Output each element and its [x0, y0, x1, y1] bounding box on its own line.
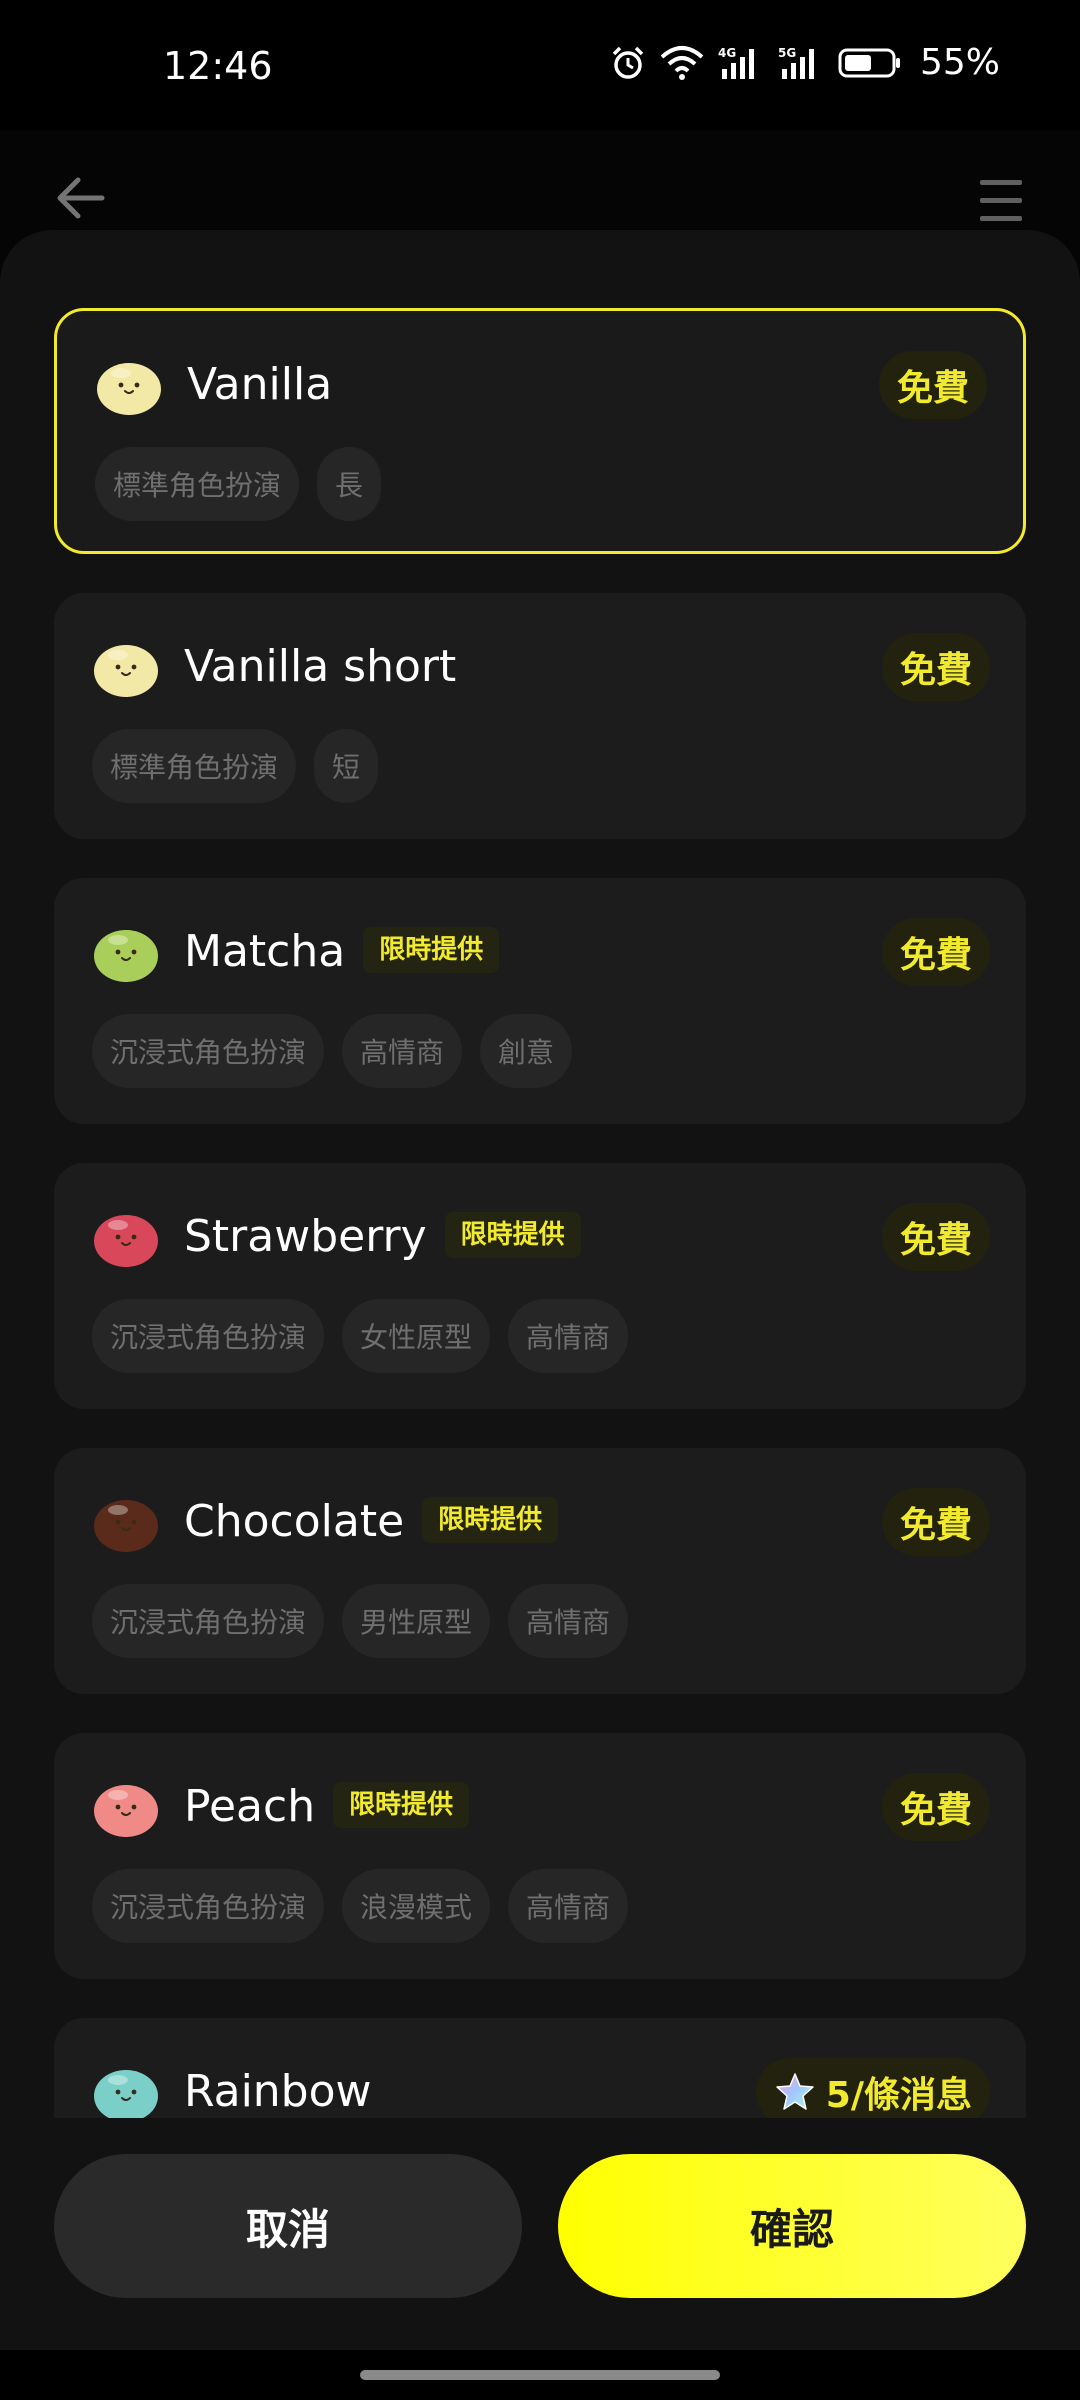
- mochi-avatar-icon: [94, 1500, 158, 1552]
- star-icon: [776, 2073, 814, 2110]
- feature-tag: 浪漫模式: [342, 1869, 491, 1943]
- mochi-avatar-icon: [94, 1215, 158, 1267]
- mochi-avatar-icon: [94, 645, 158, 697]
- model-name-row: Vanilla short: [184, 639, 456, 695]
- feature-tag: 創意: [480, 1014, 573, 1088]
- tag-list: 沉浸式角色扮演 高情商 創意: [92, 1014, 573, 1088]
- price-badge: 免費: [878, 351, 987, 419]
- price-badge: 免費: [881, 633, 990, 701]
- limited-offer-badge: 限時提供: [444, 1212, 581, 1258]
- mochi-avatar-icon: [94, 2070, 158, 2118]
- svg-text:5G: 5G: [778, 46, 796, 60]
- model-card-rainbow[interactable]: Rainbow 5/條消息: [54, 2018, 1026, 2118]
- limited-offer-badge: 限時提供: [363, 927, 500, 973]
- price-badge: 免費: [881, 1488, 990, 1556]
- model-name-row: Peach 限時提供: [184, 1779, 470, 1835]
- price-badge: 免費: [881, 1773, 990, 1841]
- feature-tag: 標準角色扮演: [92, 729, 297, 803]
- price-badge: 免費: [881, 918, 990, 986]
- feature-tag: 男性原型: [342, 1584, 491, 1658]
- price-label: 免費: [896, 368, 969, 409]
- model-name: Vanilla short: [184, 641, 457, 692]
- battery-icon: [838, 48, 900, 77]
- model-name: Strawberry: [184, 1211, 427, 1262]
- mochi-avatar-icon: [97, 363, 161, 415]
- back-arrow-icon[interactable]: [52, 170, 108, 226]
- alarm-icon: [612, 46, 644, 79]
- price-badge: 5/條消息: [755, 2058, 990, 2118]
- model-card-peach[interactable]: Peach 限時提供 免費沉浸式角色扮演 浪漫模式 高情商: [54, 1733, 1026, 1979]
- model-name-row: Strawberry 限時提供: [184, 1209, 581, 1265]
- status-bar: 12:46 4G 5G 55%: [0, 0, 1080, 130]
- feature-tag: 高情商: [342, 1014, 463, 1088]
- price-label: 5/條消息: [825, 2075, 972, 2116]
- feature-tag: 沉浸式角色扮演: [92, 1584, 325, 1658]
- feature-tag: 沉浸式角色扮演: [92, 1869, 325, 1943]
- tag-list: 沉浸式角色扮演 女性原型 高情商: [92, 1299, 629, 1373]
- price-label: 免費: [899, 935, 972, 976]
- feature-tag: 長: [317, 447, 382, 521]
- model-name-row: Rainbow: [184, 2064, 372, 2118]
- price-label: 免費: [899, 1505, 972, 1546]
- model-name: Chocolate: [184, 1496, 405, 1547]
- svg-text:4G: 4G: [718, 46, 736, 60]
- feature-tag: 高情商: [508, 1869, 629, 1943]
- menu-icon[interactable]: [980, 176, 1022, 224]
- tag-list: 沉浸式角色扮演 男性原型 高情商: [92, 1584, 629, 1658]
- model-card-matcha[interactable]: Matcha 限時提供 免費沉浸式角色扮演 高情商 創意: [54, 878, 1026, 1124]
- tag-list: 標準角色扮演短: [92, 729, 379, 803]
- home-indicator[interactable]: [360, 2370, 720, 2380]
- feature-tag: 沉浸式角色扮演: [92, 1299, 325, 1373]
- model-name-row: Chocolate 限時提供: [184, 1494, 559, 1550]
- mochi-avatar-icon: [94, 1785, 158, 1837]
- status-time: 12:46: [163, 44, 273, 88]
- limited-offer-badge: 限時提供: [333, 1782, 470, 1828]
- price-label: 免費: [899, 650, 972, 691]
- signal-5g-icon: 5G: [778, 46, 814, 79]
- price-label: 免費: [899, 1220, 972, 1261]
- cancel-button[interactable]: 取消: [54, 2154, 522, 2298]
- model-list: Vanilla 免費 標準角色扮演長 Vanilla short 免費 標準角色扮演短 Ma…: [54, 308, 1026, 2118]
- model-name-row: Matcha 限時提供: [184, 924, 500, 980]
- model-name: Matcha: [184, 926, 346, 977]
- wifi-icon: [660, 45, 704, 80]
- model-card-strawberry[interactable]: Strawberry 限時提供 免費沉浸式角色扮演 女性原型 高情商: [54, 1163, 1026, 1409]
- feature-tag: 短: [314, 729, 379, 803]
- confirm-button[interactable]: 確認: [558, 2154, 1026, 2298]
- model-selection-sheet: Vanilla 免費 標準角色扮演長 Vanilla short 免費 標準角色扮演短 Ma…: [0, 230, 1080, 2350]
- status-icons: 4G 5G 55%: [610, 42, 1000, 83]
- model-name: Rainbow: [184, 2066, 372, 2117]
- feature-tag: 高情商: [508, 1584, 629, 1658]
- signal-4g-icon: 4G: [718, 46, 754, 79]
- price-badge: 免費: [881, 1203, 990, 1271]
- footer: 取消 確認: [0, 2120, 1080, 2350]
- battery-percent: 55%: [919, 42, 1000, 83]
- model-card-vanilla-short[interactable]: Vanilla short 免費標準角色扮演短: [54, 593, 1026, 839]
- limited-offer-badge: 限時提供: [422, 1497, 559, 1543]
- price-label: 免費: [899, 1790, 972, 1831]
- tag-list: 沉浸式角色扮演 浪漫模式 高情商: [92, 1869, 629, 1943]
- feature-tag: 沉浸式角色扮演: [92, 1014, 325, 1088]
- mochi-avatar-icon: [94, 930, 158, 982]
- model-card-vanilla[interactable]: Vanilla 免費標準角色扮演長: [54, 308, 1026, 554]
- navigation-bar: [0, 2350, 1080, 2400]
- model-name: Vanilla: [187, 359, 333, 410]
- feature-tag: 女性原型: [342, 1299, 491, 1373]
- model-name: Peach: [184, 1781, 316, 1832]
- tag-list: 標準角色扮演長: [95, 447, 382, 521]
- feature-tag: 高情商: [508, 1299, 629, 1373]
- feature-tag: 標準角色扮演: [95, 447, 300, 521]
- model-card-chocolate[interactable]: Chocolate 限時提供 免費沉浸式角色扮演 男性原型 高情商: [54, 1448, 1026, 1694]
- model-name-row: Vanilla: [187, 357, 332, 413]
